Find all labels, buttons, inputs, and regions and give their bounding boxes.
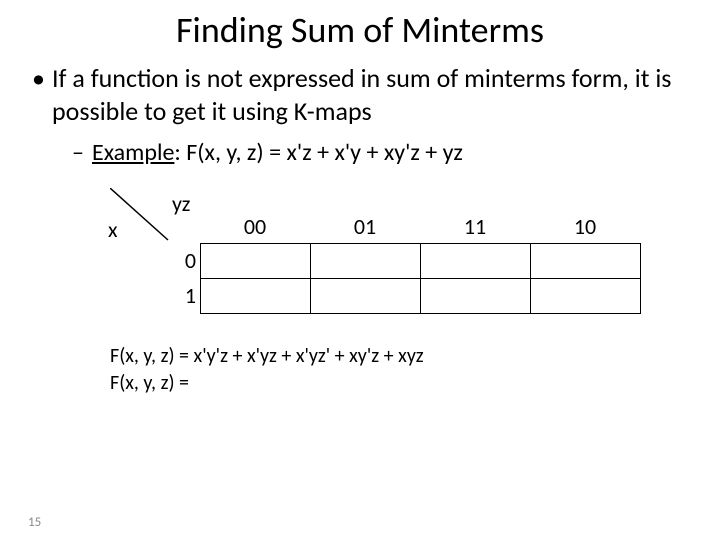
kmap-container: yz x 00 01 11 10 0 1: [100, 188, 660, 323]
kmap-cell: [421, 279, 531, 314]
kmap-col-headers: 00 01 11 10: [200, 213, 640, 240]
page-number: 15: [28, 515, 41, 530]
kmap-cell: [311, 244, 421, 279]
row-header: 0: [178, 243, 196, 278]
kmap-cell: [201, 244, 311, 279]
slide-title: Finding Sum of Minterms: [0, 8, 720, 52]
kmap-cell: [201, 279, 311, 314]
slide-content: If a function is not expressed in sum of…: [0, 62, 720, 397]
bullet-main: If a function is not expressed in sum of…: [30, 62, 690, 127]
kmap-cell: [421, 244, 531, 279]
example-line: Example: F(x, y, z) = x'z + x'y + xy'z +…: [30, 137, 690, 168]
kmap-cell: [531, 244, 641, 279]
col-header: 11: [420, 213, 530, 240]
table-row: [201, 244, 641, 279]
result-line-2: F(x, y, z) =: [110, 370, 690, 397]
result-block: F(x, y, z) = x'y'z + x'yz + x'yz' + xy'z…: [110, 343, 690, 397]
kmap-x-label: x: [108, 216, 118, 243]
result-line-1: F(x, y, z) = x'y'z + x'yz + x'yz' + xy'z…: [110, 343, 690, 370]
kmap-yz-label: yz: [172, 190, 190, 217]
kmap-diagonal-icon: [110, 188, 170, 243]
kmap-cell: [311, 279, 421, 314]
col-header: 10: [530, 213, 640, 240]
example-label: Example: [92, 138, 174, 167]
kmap-cell: [531, 279, 641, 314]
kmap-row-headers: 0 1: [178, 243, 196, 313]
row-header: 1: [178, 278, 196, 313]
kmap-corner: [110, 188, 170, 243]
col-header: 01: [310, 213, 420, 240]
example-expression: : F(x, y, z) = x'z + x'y + xy'z + yz: [174, 138, 462, 167]
kmap-grid: [200, 243, 641, 314]
table-row: [201, 279, 641, 314]
col-header: 00: [200, 213, 310, 240]
